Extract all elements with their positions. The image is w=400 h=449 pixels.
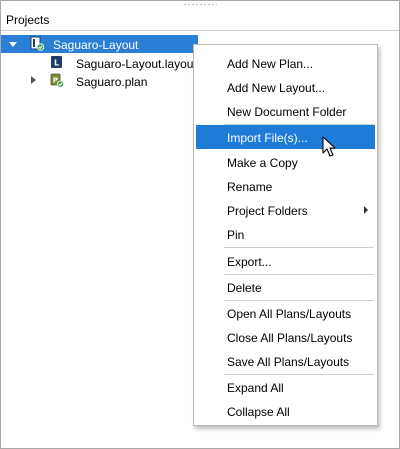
menu-item-label: Import File(s)... [227, 131, 308, 145]
menu-item-label: Project Folders [227, 204, 308, 218]
submenu-arrow-icon [364, 206, 368, 214]
menu-item-new-document-folder[interactable]: New Document Folder [196, 99, 375, 123]
resize-grip[interactable] [183, 3, 217, 6]
menu-item-save-all[interactable]: Save All Plans/Layouts [196, 349, 375, 373]
menu-item-label: Export... [227, 255, 272, 269]
expand-arrow-icon[interactable] [31, 76, 36, 84]
svg-text:L: L [54, 59, 59, 68]
menu-item-label: Rename [227, 180, 273, 194]
plan-file-icon: P [50, 73, 64, 88]
project-icon [30, 36, 44, 51]
tree-item-plan-file[interactable]: P Saguaro.plan [1, 72, 198, 90]
tree-item-layout-file[interactable]: L Saguaro-Layout.layout [1, 54, 198, 72]
project-label: Saguaro-Layout [53, 38, 139, 52]
menu-item-rename[interactable]: Rename [196, 174, 375, 198]
menu-item-label: Add New Plan... [227, 57, 314, 71]
menu-item-label: Open All Plans/Layouts [227, 307, 352, 321]
menu-item-label: Pin [227, 228, 245, 242]
menu-item-make-a-copy[interactable]: Make a Copy [196, 150, 375, 174]
menu-item-label: Close All Plans/Layouts [227, 331, 353, 345]
menu-item-project-folders[interactable]: Project Folders [196, 198, 375, 222]
menu-item-label: Save All Plans/Layouts [227, 355, 350, 369]
menu-item-pin[interactable]: Pin [196, 222, 375, 246]
menu-item-label: Add New Layout... [227, 81, 326, 95]
mouse-pointer-icon [322, 136, 336, 157]
tree-item-project[interactable]: Saguaro-Layout [1, 35, 198, 53]
layout-file-icon: L [51, 56, 62, 68]
menu-item-expand-all[interactable]: Expand All [196, 375, 375, 399]
panel-title: Projects [6, 13, 50, 27]
menu-separator [224, 247, 374, 248]
menu-item-export[interactable]: Export... [196, 249, 375, 273]
menu-item-label: Make a Copy [227, 156, 298, 170]
menu-item-add-new-layout[interactable]: Add New Layout... [196, 75, 375, 99]
menu-item-close-all[interactable]: Close All Plans/Layouts [196, 325, 375, 349]
layout-file-label: Saguaro-Layout.layout [76, 57, 197, 71]
menu-item-label: Expand All [227, 381, 284, 395]
context-menu: Add New Plan... Add New Layout... New Do… [193, 44, 378, 426]
menu-item-open-all[interactable]: Open All Plans/Layouts [196, 301, 375, 325]
menu-item-collapse-all[interactable]: Collapse All [196, 399, 375, 423]
menu-item-delete[interactable]: Delete [196, 275, 375, 299]
menu-item-label: Delete [227, 281, 262, 295]
collapse-arrow-icon[interactable] [9, 42, 17, 47]
menu-item-label: Collapse All [227, 405, 290, 419]
panel-header: Projects [1, 8, 399, 31]
plan-file-label: Saguaro.plan [76, 75, 148, 89]
menu-item-add-new-plan[interactable]: Add New Plan... [196, 51, 375, 75]
menu-item-label: New Document Folder [227, 105, 347, 119]
menu-item-import-files[interactable]: Import File(s)... [196, 125, 375, 149]
